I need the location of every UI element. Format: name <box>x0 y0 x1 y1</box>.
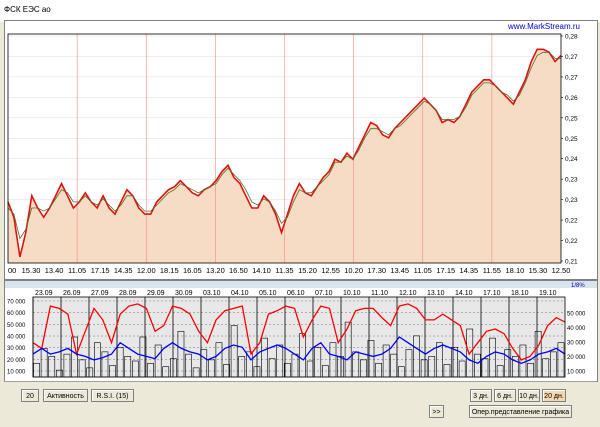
sub-x-tick-label: 13.10 <box>427 290 445 297</box>
y-tick-label: 0,27 <box>565 54 578 61</box>
activity-chart-panel: 70 000 60 000 50 000 40 000 30 000 20 000 10 0… <box>4 280 598 382</box>
range-3d-button[interactable]: 3 дн. <box>470 389 492 402</box>
sub-x-tick-label: 10.10 <box>343 290 361 297</box>
sub-x-tick-label: 26.09 <box>63 290 81 297</box>
x-tick-label: 12.55 <box>321 266 340 275</box>
x-tick-label: 14.35 <box>459 266 478 275</box>
scale-strip <box>5 281 597 288</box>
chart-window: ФСК ЕЭС ао 0,28 0,27 0,27 0,26 0,25 0,25 0,24 0… <box>0 0 600 427</box>
sub-y-tick-label-left: 70 000 <box>7 300 26 306</box>
x-tick-label: 13.45 <box>390 266 409 275</box>
x-tick-label: 12.00 <box>137 266 156 275</box>
sub-x-tick-label: 11.10 <box>371 290 388 297</box>
y-tick-label: 0,21 <box>565 259 578 266</box>
range-20d-button[interactable]: 20 дн. <box>542 389 566 402</box>
sub-y-tick-label-left: 20 000 <box>7 358 26 364</box>
sub-x-tick-label: 27.09 <box>91 290 109 297</box>
x-tick-label: 11.05 <box>414 266 432 275</box>
x-tick-label: 14.10 <box>252 266 271 275</box>
range-6d-button[interactable]: 6 дн. <box>494 389 516 402</box>
operational-view-button[interactable]: Опер.представление графика <box>469 405 572 418</box>
price-chart-panel: 0,28 0,27 0,27 0,26 0,25 0,25 0,24 0,23 0,23 0,22… <box>4 20 598 280</box>
sub-x-tick-label: 04.10 <box>231 290 249 297</box>
sub-x-tick-label: 30.09 <box>175 290 193 297</box>
sub-y-tick-label-left: 40 000 <box>7 335 26 341</box>
x-tick-label: 15.30 <box>22 266 41 275</box>
sub-y-tick-label-left: 30 000 <box>7 346 26 352</box>
sub-x-tick-label: 19.10 <box>539 290 557 297</box>
x-tick-label: 16.50 <box>229 266 248 275</box>
price-chart: 0,28 0,27 0,27 0,26 0,25 0,25 0,24 0,23 0,23 0,22… <box>5 21 597 279</box>
x-tick-label: 16.05 <box>183 266 202 275</box>
sub-x-tick-label: 05.10 <box>259 290 277 297</box>
sub-y-tick-label-right: 20 000 <box>567 355 586 361</box>
forward-button[interactable]: >> <box>429 405 444 418</box>
x-tick-label: 00 <box>8 266 16 275</box>
sub-y-tick-label-right: 10 000 <box>567 370 586 376</box>
x-tick-label: 18.10 <box>506 266 525 275</box>
sub-y-tick-label-left: 50 000 <box>7 323 26 329</box>
y-tick-label: 0,22 <box>565 238 578 245</box>
sub-x-tick-label: 03.10 <box>203 290 221 297</box>
x-tick-label: 12.50 <box>552 266 571 275</box>
window-title: ФСК ЕЭС ао <box>4 5 51 14</box>
x-tick-label: 17.15 <box>91 266 110 275</box>
sub-x-tick-label: 18.10 <box>511 290 529 297</box>
x-tick-label: 17.30 <box>367 266 386 275</box>
sub-x-tick-label: 28.09 <box>119 290 137 297</box>
y-tick-label: 0,23 <box>565 177 578 184</box>
sub-y-tick-label-right: 30 000 <box>567 341 586 347</box>
sub-x-tick-label: 14.10 <box>455 290 473 297</box>
y-tick-label: 0,27 <box>565 74 578 81</box>
x-tick-label: 11.55 <box>483 266 501 275</box>
x-tick-label: 14.35 <box>114 266 133 275</box>
scale-label: 1/8% <box>571 283 585 289</box>
x-tick-label: 15.30 <box>529 266 548 275</box>
source-link[interactable]: www.MarkStream.ru <box>508 22 580 31</box>
y-tick-label: 0,23 <box>565 197 578 204</box>
y-tick-label: 0,22 <box>565 218 578 225</box>
sub-x-tick-label: 07.10 <box>315 290 333 297</box>
title-bar <box>0 0 600 22</box>
range-10d-button[interactable]: 10 дн. <box>518 389 540 402</box>
y-tick-label: 0,24 <box>565 156 578 163</box>
x-tick-label: 17.15 <box>436 266 455 275</box>
activity-button[interactable]: Активность <box>43 389 88 402</box>
sub-x-tick-label: 29.09 <box>147 290 165 297</box>
x-tick-label: 18.15 <box>160 266 179 275</box>
sub-y-tick-label-right: 50 000 <box>567 312 586 318</box>
divider <box>4 381 596 382</box>
y-tick-label: 0,25 <box>565 115 578 122</box>
x-tick-label: 10.20 <box>344 266 363 275</box>
x-tick-label: 11.35 <box>275 266 293 275</box>
sub-x-tick-label: 17.10 <box>483 290 501 297</box>
y-tick-label: 0,26 <box>565 95 578 102</box>
sub-y-tick-label-left: 60 000 <box>7 311 26 317</box>
activity-chart: 70 000 60 000 50 000 40 000 30 000 20 000 10 0… <box>5 281 597 381</box>
sub-x-tick-label: 12.10 <box>399 290 417 297</box>
x-tick-label: 13.20 <box>206 266 225 275</box>
y-tick-label: 0,25 <box>565 136 578 143</box>
sub-y-tick-label-left: 10 000 <box>7 370 26 376</box>
sub-y-tick-label-right: 40 000 <box>567 326 586 332</box>
x-tick-label: 11.05 <box>68 266 86 275</box>
x-tick-label: 15.20 <box>298 266 317 275</box>
period-field[interactable]: 20 <box>21 389 39 402</box>
rsi-button[interactable]: R.S.I. (15) <box>91 389 134 402</box>
sub-x-tick-label: 06.10 <box>287 290 305 297</box>
sub-x-tick-label: 23.09 <box>35 290 53 297</box>
y-tick-label: 0,28 <box>565 34 578 41</box>
x-tick-label: 13.40 <box>45 266 64 275</box>
